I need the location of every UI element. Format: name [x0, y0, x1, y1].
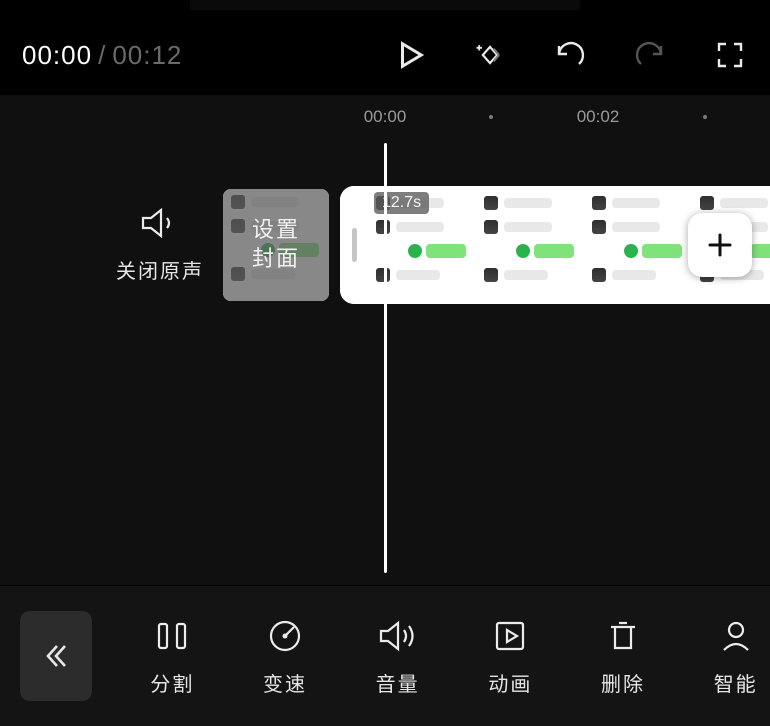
- plus-icon: [706, 231, 734, 259]
- set-cover-button[interactable]: 设置 封面: [223, 189, 329, 301]
- redo-icon: [633, 40, 667, 70]
- tool-delete[interactable]: 删除: [589, 616, 658, 697]
- mute-original-audio-button[interactable]: 关闭原声: [100, 206, 220, 284]
- tool-split[interactable]: 分割: [138, 616, 207, 697]
- cover-label-line2: 封面: [252, 246, 300, 271]
- tool-speed[interactable]: 变速: [251, 616, 320, 697]
- timeline[interactable]: 00:00 00:02 关闭原声 设置 封面: [0, 95, 770, 585]
- play-icon: [395, 38, 425, 72]
- time-display: 00:00 / 00:12: [22, 40, 182, 71]
- delete-icon: [603, 616, 643, 656]
- mute-label: 关闭原声: [100, 255, 220, 284]
- ruler-label: 00:02: [577, 107, 620, 127]
- tool-label: 智能: [714, 668, 758, 697]
- tool-label: 变速: [263, 668, 307, 697]
- toolbar-back-button[interactable]: [20, 611, 92, 701]
- ruler-dot: [703, 115, 707, 119]
- time-current: 00:00: [22, 40, 92, 71]
- redo-button[interactable]: [632, 37, 668, 73]
- speaker-icon: [139, 206, 181, 240]
- animation-icon: [490, 616, 530, 656]
- tool-label: 音量: [376, 668, 420, 697]
- tool-animation[interactable]: 动画: [476, 616, 545, 697]
- clip-trim-handle-left[interactable]: [340, 186, 368, 304]
- tool-label: 分割: [150, 668, 194, 697]
- ruler-label: 00:00: [364, 107, 407, 127]
- volume-icon: [376, 616, 420, 656]
- clip-frame: [584, 190, 692, 300]
- playback-bar: 00:00 / 00:12: [0, 28, 770, 82]
- chevron-double-left-icon: [41, 641, 71, 671]
- undo-icon: [553, 40, 587, 70]
- tool-label: 删除: [601, 668, 645, 697]
- split-icon: [152, 616, 192, 656]
- speed-icon: [265, 616, 305, 656]
- clip-duration-badge: 12.7s: [374, 192, 429, 214]
- add-clip-button[interactable]: [688, 213, 752, 277]
- ruler-dot: [489, 115, 493, 119]
- tool-smart[interactable]: 智能: [701, 616, 770, 697]
- smart-icon: [716, 616, 756, 656]
- tool-volume[interactable]: 音量: [363, 616, 432, 697]
- add-keyframe-button[interactable]: [472, 37, 508, 73]
- fullscreen-icon: [715, 40, 745, 70]
- undo-button[interactable]: [552, 37, 588, 73]
- cover-label-line1: 设置: [252, 217, 300, 242]
- fullscreen-button[interactable]: [712, 37, 748, 73]
- video-preview-stub: [190, 0, 580, 10]
- play-button[interactable]: [392, 37, 428, 73]
- edit-toolbar: 分割 变速 音量 动画: [0, 586, 770, 726]
- time-total: 00:12: [112, 40, 182, 71]
- toolbar-tools: 分割 变速 音量 动画: [92, 616, 770, 697]
- time-separator: /: [98, 40, 106, 71]
- add-keyframe-icon: [472, 40, 508, 70]
- time-ruler[interactable]: 00:00 00:02: [0, 95, 770, 139]
- clip-lane: 关闭原声 设置 封面 12.7s: [0, 189, 770, 301]
- tool-label: 动画: [488, 668, 532, 697]
- clip-frame: [476, 190, 584, 300]
